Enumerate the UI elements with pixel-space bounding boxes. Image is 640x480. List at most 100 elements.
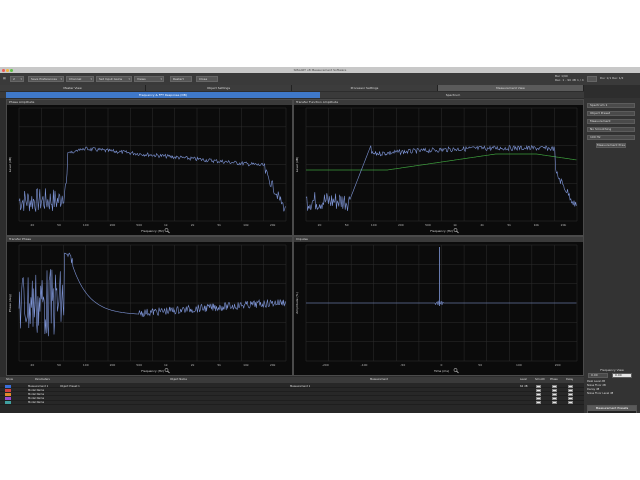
plot-phase-amplitude[interactable]: 20 50 100 200 500 1k 2k 5k 10k 20k Frequency (Hz) L… [7,105,292,235]
plot-transfer-phase[interactable]: 20 50 100 200 500 1k 2k 5k 10k 20k Frequency (Hz) P… [7,242,292,375]
plot-transfer-amplitude[interactable]: 20 50 100 200 500 1k 2k 5k 10k 20k Frequency (Hz) L… [294,105,583,235]
plot-background [294,242,583,375]
x-tick-label: -50 [400,363,405,367]
x-tick-label: 200 [110,363,116,367]
frequency-input-2[interactable]: 0.00 [612,373,632,378]
tab-object-settings[interactable]: Object Settings [146,85,292,91]
row-value-box[interactable] [568,401,573,405]
window-title: SMAART v8 Measurement Software [293,68,347,72]
row-value-box[interactable] [536,384,541,388]
toolbar-button-3[interactable]: Set Input Gains [96,76,132,82]
x-tick-label: 200 [555,363,561,367]
measurement-presets-button[interactable]: Measurement Presets [596,143,626,148]
row-value-box[interactable] [568,397,573,401]
x-tick-label: 20 [30,363,34,367]
row-value-box[interactable] [552,392,557,396]
x-tick-label: 1k [164,363,168,367]
y-axis-label: Amplitude (%) [295,292,299,314]
x-tick-label: 20 [318,223,322,227]
stat-label-4: Noise Floor Level dB [587,392,614,395]
x-axis-label: Time (ms) [433,369,449,373]
stat-label-1: Peak Level dB [587,380,606,383]
series-color-swatch[interactable] [5,384,11,388]
row-name: Model Name [28,397,45,401]
x-tick-label: 100 [83,363,89,367]
row-value-box[interactable] [568,392,573,396]
row-value-box[interactable] [552,384,557,388]
row-value-box[interactable] [536,388,541,392]
series-color-swatch[interactable] [5,392,11,396]
sidebar-button-smoothing[interactable]: No Smoothing [587,127,635,132]
panel-impulse: Impulse -200 -100 -50 0 50 100 200 Time (ms) Amp… [293,236,584,376]
subtab-spectrum[interactable]: Spectrum [322,92,584,98]
panel-transfer-phase: Transfer Phase 20 50 100 200 500 1k 2k 5k 10k 20k… [6,236,293,376]
x-tick-label: 50 [57,363,61,367]
y-axis-label: Level (dB) [295,157,299,172]
frequency-view-label: Frequency View [600,368,624,372]
x-tick-label: -200 [322,363,329,367]
smaart-window: SMAART v8 Measurement Software ▤ 2 Save … [0,67,640,413]
subtab-frequency-response[interactable]: Frequency & FFT Response (DB) [6,92,320,98]
close-button[interactable]: Close [196,76,218,82]
tab-master-view[interactable]: Master View [0,85,146,91]
x-tick-label: 10k [243,363,249,367]
row-value-box[interactable] [552,401,557,405]
tab-measurement-view[interactable]: Measurement View [438,85,584,91]
row-value-box[interactable] [568,388,573,392]
row-level: 62 dB [520,384,528,388]
sidebar-button-object-preset[interactable]: Object Preset [587,111,635,116]
x-tick-label: 5k [507,223,511,227]
x-tick-label: 500 [425,223,431,227]
row-value-box[interactable] [536,397,541,401]
measurement-table: Show Parameters Object Name Measurement … [0,377,584,413]
series-color-swatch[interactable] [5,401,11,405]
restart-button[interactable]: Restart [170,76,192,82]
series-color-swatch[interactable] [5,388,11,392]
x-tick-label: 100 [371,223,377,227]
x-tick-label: 1k [164,223,168,227]
row-value-box[interactable] [536,401,541,405]
config-select[interactable]: 2 [10,76,24,82]
row-value-box[interactable] [552,388,557,392]
x-tick-label: 5k [217,363,221,367]
tab-processor-settings[interactable]: Processor Settings [292,85,438,91]
toolbar-button-4[interactable]: Views [134,76,164,82]
config-label: ▤ [3,76,6,80]
x-tick-label: 50 [478,363,482,367]
sidebar-button-spectrum[interactable]: Spectrum 1 [587,103,635,108]
x-axis-label: Frequency (Hz) [141,369,164,373]
view-subtabs: Frequency & FFT Response (DB) Spectrum [0,92,584,98]
toolbar-button-2[interactable]: Channel [66,76,94,82]
x-axis-label: Frequency (Hz) [141,229,164,233]
panel-phase-amplitude: Phase Amplitude 20 50 100 200 500 1k 2k 5k 10k 20… [6,99,293,236]
toolbar: ▤ 2 Save Preferences Channel Set Input G… [0,73,640,85]
stat-label-2: Noise Floor dB [587,384,606,387]
status-text-3: Dur 1/1 Rec 1/2 [600,76,624,80]
panel-transfer-amplitude: Transfer Function Amplitude 20 50 100 200 50… [293,99,584,236]
x-tick-label: 10k [243,223,249,227]
x-tick-label: 100 [516,363,522,367]
x-tick-label: 1k [453,223,457,227]
plot-impulse[interactable]: -200 -100 -50 0 50 100 200 Time (ms) Amplitude (… [294,242,583,375]
sidebar-button-frequency[interactable]: 100 Hz [587,135,635,140]
row-value-box[interactable] [536,392,541,396]
row-value-box[interactable] [552,397,557,401]
toolbar-button-1[interactable]: Save Preferences [28,76,64,82]
x-axis-label: Frequency (Hz) [430,229,453,233]
x-tick-label: 20k [561,223,567,227]
col-parameters: Parameters [35,378,50,381]
x-tick-label: 0 [441,363,443,367]
x-tick-label: 10k [534,223,540,227]
table-row[interactable]: Model Name [0,401,584,405]
presets-panel-title: Measurement Presets [588,406,636,411]
sidebar-button-measurement[interactable]: Measurement [587,119,635,124]
status-box[interactable] [587,76,597,82]
x-tick-label: 500 [136,223,142,227]
x-tick-label: -100 [361,363,368,367]
series-color-swatch[interactable] [5,397,11,401]
y-axis-label: Level (dB) [8,157,12,172]
frequency-input-1[interactable]: 0.00 [588,373,608,378]
right-sidebar: Spectrum 1 Object Preset Measurement No … [584,98,640,413]
row-value-box[interactable] [568,384,573,388]
col-phase: Phase [550,378,558,381]
